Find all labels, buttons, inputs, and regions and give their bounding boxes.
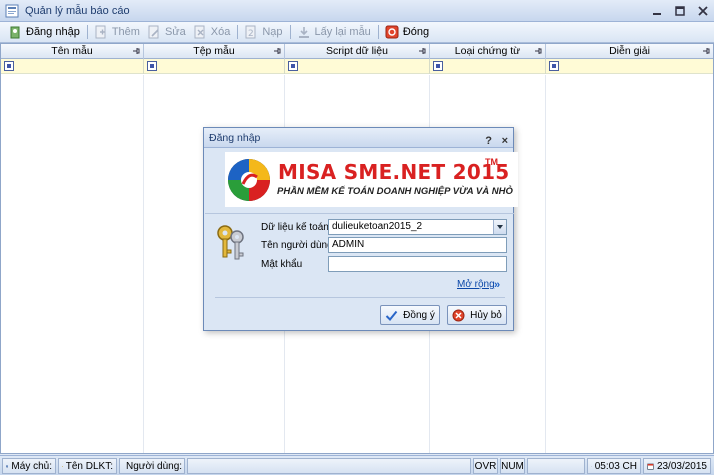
- double-chevron-right-icon[interactable]: »: [494, 279, 500, 291]
- database-icon: [62, 465, 63, 467]
- status-blank: [527, 458, 585, 474]
- dialog-divider: [215, 297, 505, 298]
- grid-divider: [143, 75, 144, 453]
- ok-button[interactable]: Đồng ý: [380, 305, 440, 325]
- checkmark-icon: [385, 310, 398, 321]
- svg-text:2: 2: [248, 29, 254, 39]
- status-num: NUM: [500, 458, 525, 474]
- dialog-title: Đăng nhập ? ×: [204, 128, 513, 148]
- filter-operator-button[interactable]: [147, 61, 157, 71]
- cancel-button[interactable]: Hủy bỏ: [447, 305, 507, 325]
- column-header[interactable]: Tệp mẫu: [144, 44, 285, 59]
- login-dialog: Đăng nhập ? × MISA SME.NET 2015 TM PHẦN …: [203, 127, 518, 331]
- minimize-icon: [653, 13, 661, 15]
- filter-operator-button[interactable]: [4, 61, 14, 71]
- maximize-button[interactable]: [673, 4, 687, 18]
- filter-operator-button[interactable]: [433, 61, 443, 71]
- password-label: Mật khẩu: [261, 259, 303, 270]
- add-button[interactable]: Thêm: [91, 23, 143, 41]
- trademark: TM: [485, 157, 498, 167]
- status-date: 23/03/2015: [643, 458, 711, 474]
- filter-operator-button[interactable]: [549, 61, 559, 71]
- status-ovr: OVR: [473, 458, 498, 474]
- status-spacer: [187, 458, 471, 474]
- filter-cell[interactable]: [144, 59, 285, 74]
- login-icon: [10, 26, 20, 39]
- database-select[interactable]: dulieuketoan2015_2: [328, 219, 507, 235]
- minimize-button[interactable]: [650, 4, 664, 18]
- dialog-close-button[interactable]: ×: [502, 131, 508, 151]
- toolbar-separator: [86, 25, 88, 39]
- app-icon: [5, 4, 19, 17]
- filter-cell[interactable]: [430, 59, 546, 74]
- calendar-icon: [647, 463, 654, 470]
- grid-filter-row: [1, 59, 713, 74]
- dialog-divider: [205, 213, 514, 214]
- edit-button[interactable]: Sửa: [144, 23, 189, 41]
- status-server: Máy chủ:: [2, 458, 56, 474]
- add-icon: [95, 25, 106, 39]
- close-button[interactable]: Đóng: [382, 23, 432, 41]
- status-bar: Máy chủ: Tên DLKT: Người dùng: OVR NUM 0…: [0, 455, 714, 475]
- filter-operator-button[interactable]: [288, 61, 298, 71]
- toolbar: Đăng nhập Thêm Sửa Xóa 2 Nạp Lấy lại mẫu…: [0, 22, 714, 43]
- window-title-bar: Quản lý mẫu báo cáo: [0, 0, 714, 22]
- pin-icon[interactable]: [132, 47, 140, 55]
- filter-cell[interactable]: [1, 59, 144, 74]
- brand-tagline: PHẦN MỀM KẾ TOÁN DOANH NGHIỆP VỪA VÀ NHỎ: [277, 186, 513, 197]
- column-header[interactable]: Diễn giải: [546, 44, 713, 59]
- chevron-down-icon[interactable]: [493, 220, 506, 234]
- username-field[interactable]: ADMIN: [328, 237, 507, 253]
- edit-icon: [148, 25, 159, 39]
- column-header[interactable]: Loại chứng từ: [430, 44, 546, 59]
- filter-cell[interactable]: [285, 59, 430, 74]
- status-database: Tên DLKT:: [58, 458, 117, 474]
- load-icon: 2: [245, 25, 256, 39]
- login-button[interactable]: Đăng nhập: [5, 23, 83, 41]
- close-window-button[interactable]: [696, 4, 710, 18]
- status-user: Người dùng:: [119, 458, 185, 474]
- delete-icon: [194, 25, 205, 39]
- clock-icon: [591, 465, 592, 467]
- restore-icon: [298, 27, 309, 38]
- brand-name: MISA SME.NET 2015: [278, 160, 510, 184]
- grid-divider: [545, 75, 546, 453]
- column-header[interactable]: Tên mẫu: [1, 44, 144, 59]
- maximize-icon: [675, 6, 685, 16]
- status-time: 05:03 CH: [587, 458, 641, 474]
- toolbar-separator: [289, 25, 291, 39]
- cancel-icon: [452, 309, 465, 321]
- pin-icon[interactable]: [418, 47, 426, 55]
- restore-template-button[interactable]: Lấy lại mẫu: [294, 23, 374, 41]
- database-label: Dữ liệu kế toán: [261, 222, 329, 233]
- keys-icon: [217, 225, 244, 260]
- password-field[interactable]: [328, 256, 507, 272]
- help-button[interactable]: ?: [485, 131, 492, 151]
- pin-icon[interactable]: [273, 47, 281, 55]
- toolbar-separator: [237, 25, 239, 39]
- server-icon: [6, 464, 9, 468]
- filter-cell[interactable]: [546, 59, 713, 74]
- username-label: Tên người dùng: [261, 240, 333, 251]
- column-header[interactable]: Script dữ liệu: [285, 44, 430, 59]
- misa-logo-icon: [228, 159, 270, 201]
- brand-banner: MISA SME.NET 2015 TM PHẦN MỀM KẾ TOÁN DO…: [225, 152, 518, 207]
- toolbar-separator: [377, 25, 379, 39]
- load-button[interactable]: 2 Nạp: [241, 23, 285, 41]
- pin-icon[interactable]: [534, 47, 542, 55]
- pin-icon[interactable]: [702, 47, 710, 55]
- close-icon: [698, 6, 708, 16]
- close-icon: [385, 25, 399, 39]
- more-options-link[interactable]: Mở rộng: [457, 279, 495, 290]
- grid-header: Tên mẫu Tệp mẫu Script dữ liệu Loại chứn…: [1, 44, 713, 59]
- window-title: Quản lý mẫu báo cáo: [25, 4, 130, 17]
- delete-button[interactable]: Xóa: [190, 23, 234, 41]
